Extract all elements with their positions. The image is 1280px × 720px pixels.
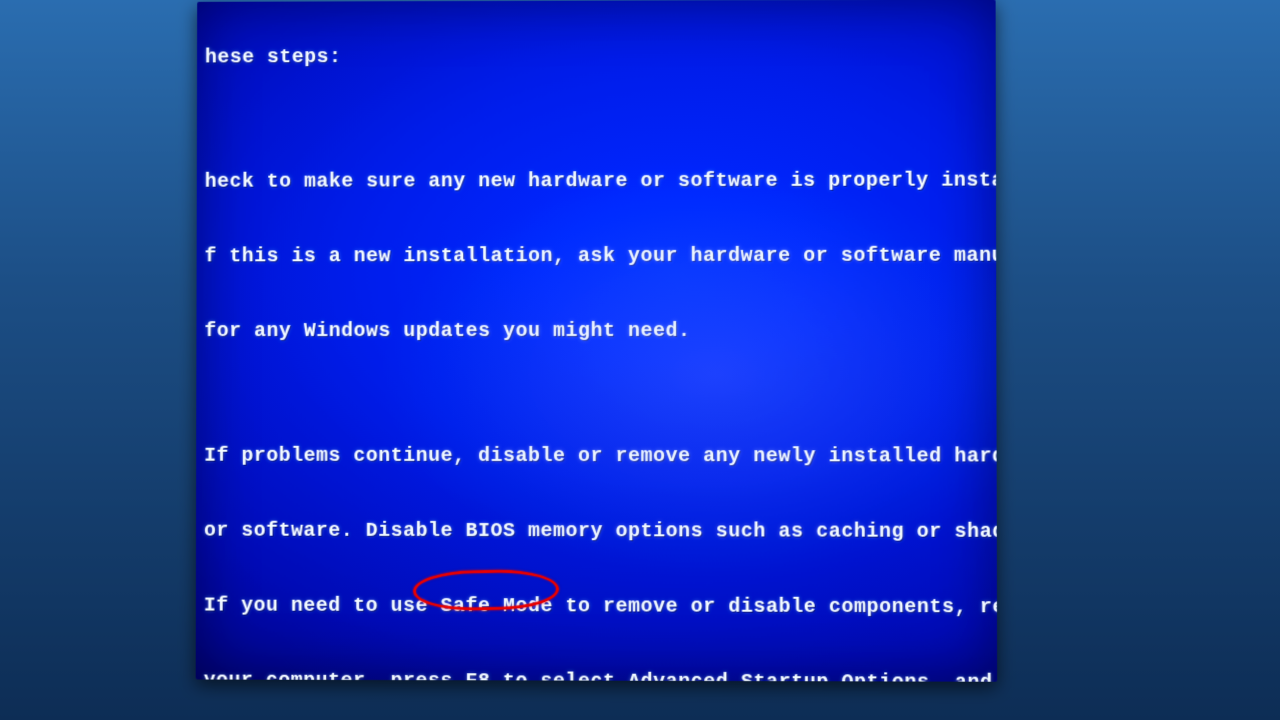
bsod-screen-photo: hese steps: heck to make sure any new ha… xyxy=(196,0,997,682)
bsod-line: If you need to use Safe Mode to remove o… xyxy=(204,594,997,621)
bsod-line: If problems continue, disable or remove … xyxy=(204,444,997,470)
bsod-line xyxy=(205,118,997,120)
bsod-line: your computer, press F8 to select Advanc… xyxy=(204,669,997,682)
bsod-text-block: hese steps: heck to make sure any new ha… xyxy=(201,0,997,682)
bsod-line: or software. Disable BIOS memory options… xyxy=(204,519,997,545)
bsod-line: heck to make sure any new hardware or so… xyxy=(205,168,997,194)
bsod-line: for any Windows updates you might need. xyxy=(204,319,997,344)
bsod-line: f this is a new installation, ask your h… xyxy=(205,244,998,270)
bsod-line: hese steps: xyxy=(205,43,997,70)
